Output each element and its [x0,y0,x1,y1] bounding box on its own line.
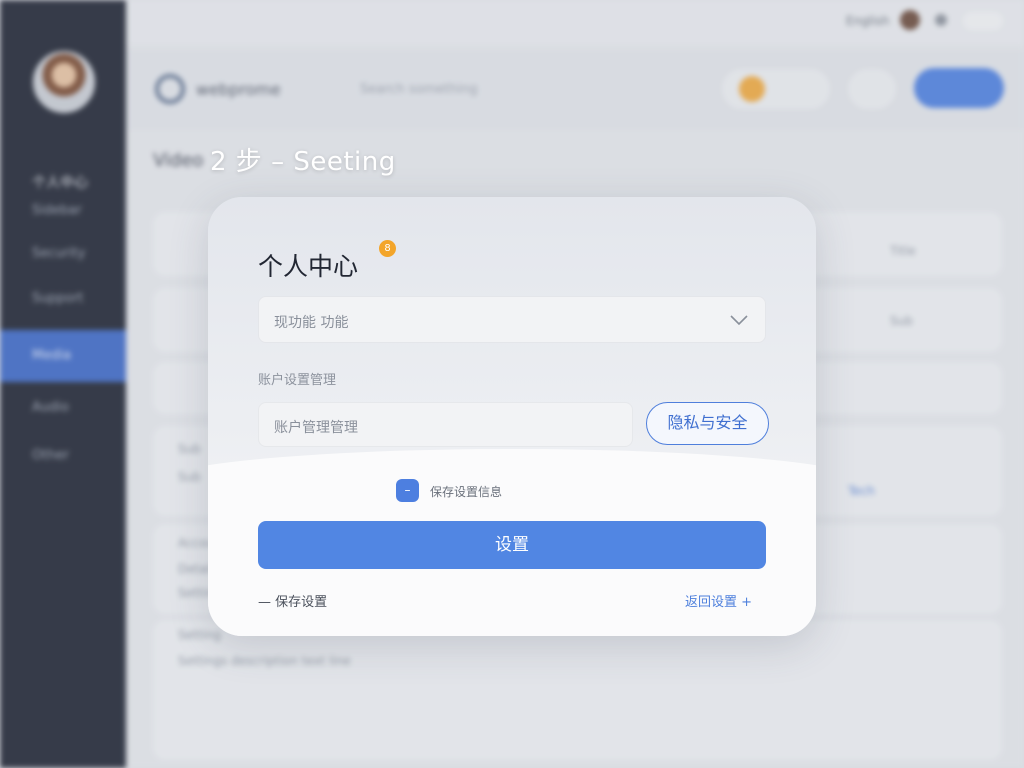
privacy-security-button[interactable]: 隐私与安全 [646,402,769,445]
select-value: 现功能 功能 [274,315,349,331]
step-label: 2 步 – Seeting [210,147,396,177]
notification-badge: 8 [379,240,396,257]
modal-title: 个人中心 [258,252,359,281]
back-settings-link[interactable]: 返回设置 + [685,591,752,610]
section-label: 账户设置管理 [258,373,337,388]
settings-button[interactable]: 设置 [258,521,766,569]
account-management-field[interactable]: 账户管理管理 [258,402,633,447]
account-field-text: 账户管理管理 [274,420,358,436]
chevron-down-icon [730,315,748,326]
save-settings-link[interactable]: — 保存设置 [258,591,327,610]
checkbox-label: 保存设置信息 [430,485,503,499]
check-icon[interactable]: – [396,479,419,502]
settings-modal: 个人中心 8 现功能 功能 账户设置管理 账户管理管理 隐私与安全 – 保存设置… [208,197,816,636]
function-select[interactable]: 现功能 功能 [258,296,766,343]
